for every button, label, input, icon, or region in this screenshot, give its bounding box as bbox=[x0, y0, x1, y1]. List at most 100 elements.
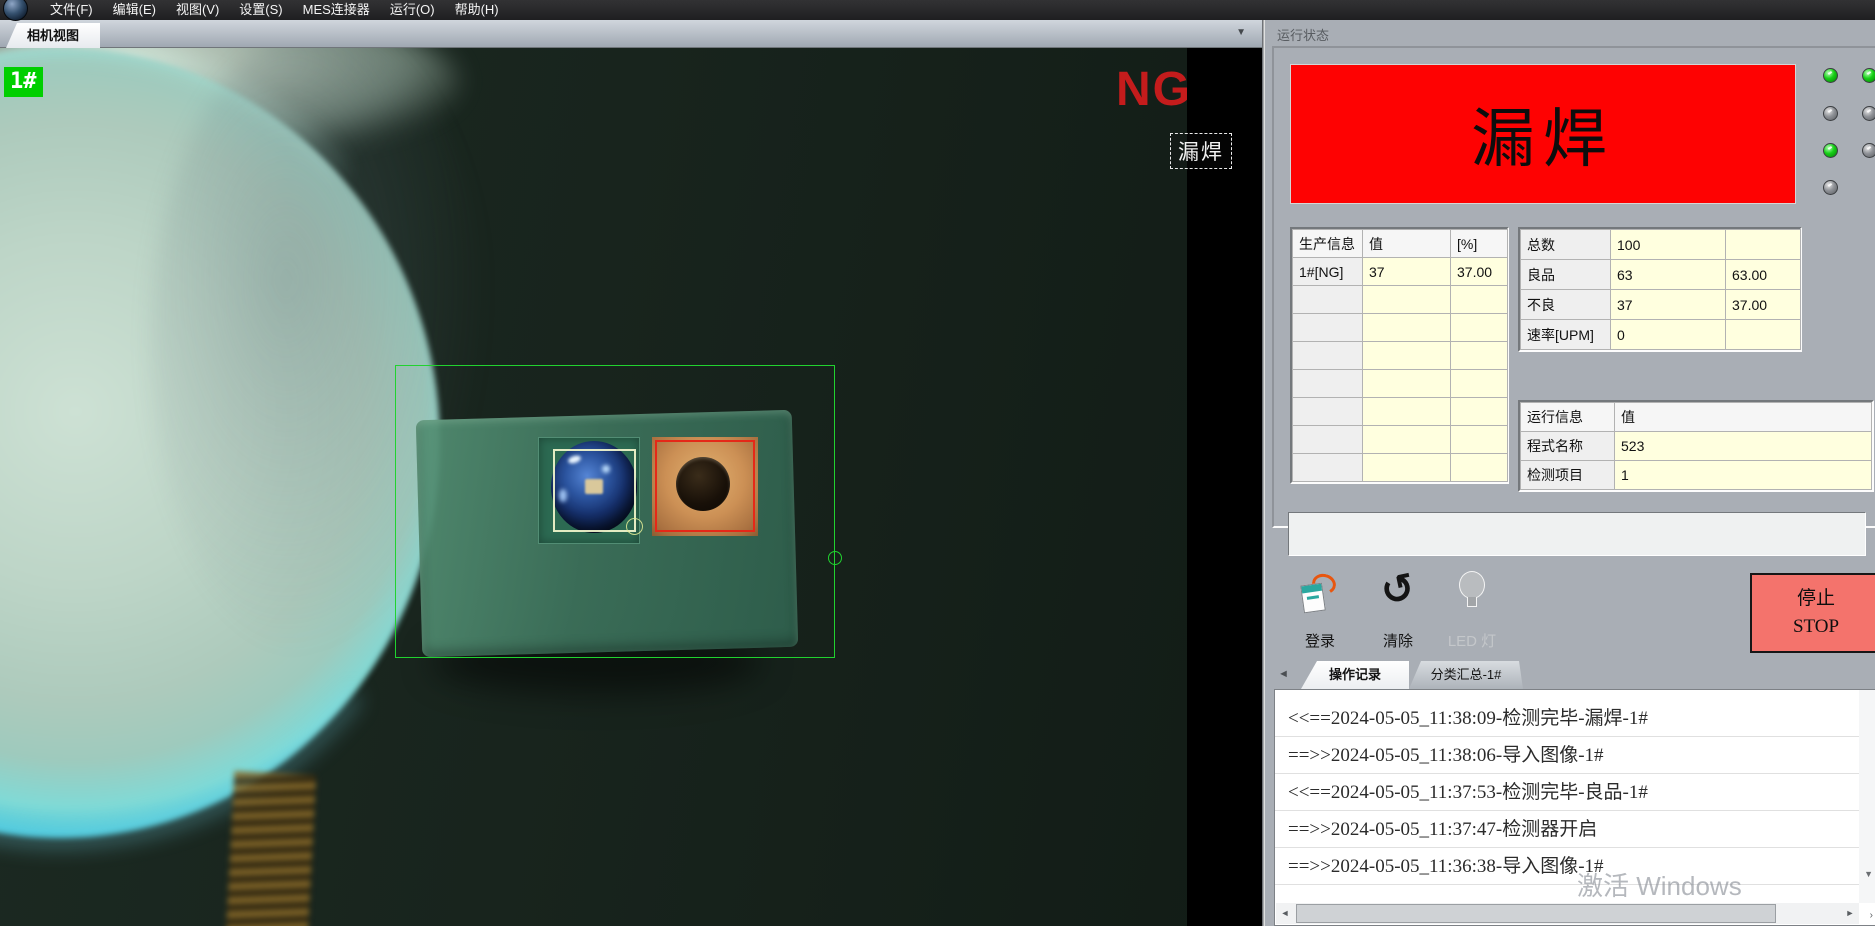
table-row bbox=[1293, 426, 1508, 454]
app-logo-icon bbox=[3, 0, 28, 21]
operation-log-box: <<==2024-05-05_11:38:09-检测完毕-漏焊-1# ==>>2… bbox=[1274, 689, 1875, 926]
table-row: 总数 100 bbox=[1521, 230, 1801, 260]
table-cell bbox=[1293, 398, 1363, 426]
table-cell bbox=[1451, 454, 1508, 482]
table-cell bbox=[1363, 370, 1451, 398]
menu-item-settings[interactable]: 设置(S) bbox=[229, 0, 292, 20]
clear-button-label: 清除 bbox=[1363, 630, 1433, 651]
menu-items: 文件(F) 编辑(E) 视图(V) 设置(S) MES连接器 运行(O) 帮助(… bbox=[40, 0, 509, 20]
defect-tag-label: 漏焊 bbox=[1170, 133, 1232, 169]
table-cell: 不良 bbox=[1521, 290, 1611, 320]
menu-bar: 文件(F) 编辑(E) 视图(V) 设置(S) MES连接器 运行(O) 帮助(… bbox=[0, 0, 1875, 20]
table-row bbox=[1293, 342, 1508, 370]
clear-arrow-icon: ↺ bbox=[1359, 559, 1437, 621]
table-row: 检测项目 1 bbox=[1521, 461, 1872, 490]
run-status-panel: 运行状态 漏焊 生产信息 值 [%] 1#[NG] 37 37.00 bbox=[1265, 20, 1875, 926]
led-light-button[interactable]: LED 灯 bbox=[1437, 568, 1507, 660]
led-indicator-off bbox=[1823, 106, 1838, 121]
scrollbar-thumb[interactable] bbox=[1296, 904, 1776, 923]
table-cell: 总数 bbox=[1521, 230, 1611, 260]
table-cell: 37 bbox=[1611, 290, 1726, 320]
table-cell bbox=[1451, 314, 1508, 342]
table-row bbox=[1293, 398, 1508, 426]
table-cell: 速率[UPM] bbox=[1521, 320, 1611, 350]
table-cell bbox=[1451, 370, 1508, 398]
scroll-down-icon[interactable]: ▼ bbox=[1864, 869, 1873, 879]
table-cell: 100 bbox=[1611, 230, 1726, 260]
stop-button-en: STOP bbox=[1793, 613, 1839, 641]
table-cell bbox=[1451, 342, 1508, 370]
roi-handle[interactable] bbox=[828, 551, 842, 565]
activate-windows-watermark: 激活 Windows bbox=[1577, 866, 1742, 903]
production-info-table: 生产信息 值 [%] 1#[NG] 37 37.00 bbox=[1290, 227, 1509, 484]
menu-item-help[interactable]: 帮助(H) bbox=[445, 0, 509, 20]
table-cell bbox=[1293, 342, 1363, 370]
table-cell bbox=[1726, 230, 1801, 260]
table-cell bbox=[1293, 314, 1363, 342]
tab-camera-view[interactable]: 相机视图 bbox=[6, 23, 100, 48]
tab-class-summary[interactable]: 分类汇总-1# bbox=[1409, 661, 1523, 689]
login-button[interactable]: 登录 bbox=[1285, 568, 1355, 660]
table-cell: 良品 bbox=[1521, 260, 1611, 290]
log-entry: <<==2024-05-05_11:37:53-检测完毕-良品-1# bbox=[1275, 774, 1859, 811]
tab-operation-log[interactable]: 操作记录 bbox=[1301, 661, 1409, 689]
menu-item-edit[interactable]: 编辑(E) bbox=[103, 0, 166, 20]
table-cell: 63.00 bbox=[1726, 260, 1801, 290]
table-row bbox=[1293, 454, 1508, 482]
defect-banner-text: 漏焊 bbox=[1471, 88, 1615, 180]
table-cell bbox=[1451, 398, 1508, 426]
menu-item-mes-connector[interactable]: MES连接器 bbox=[293, 0, 380, 20]
table-cell bbox=[1363, 398, 1451, 426]
scroll-left-icon[interactable]: ◄ bbox=[1276, 903, 1294, 924]
table-cell bbox=[1363, 286, 1451, 314]
table-cell bbox=[1451, 426, 1508, 454]
camera-viewport: 1# NG 漏焊 bbox=[0, 48, 1262, 926]
table-cell bbox=[1293, 426, 1363, 454]
table-cell bbox=[1363, 342, 1451, 370]
table-cell: 程式名称 bbox=[1521, 432, 1615, 461]
led-indicator-off bbox=[1823, 180, 1838, 195]
table-row bbox=[1293, 286, 1508, 314]
table-row: 不良 37 37.00 bbox=[1521, 290, 1801, 320]
table-header-cell: [%] bbox=[1451, 230, 1508, 258]
light-bulb-icon bbox=[1460, 572, 1484, 612]
table-cell: 523 bbox=[1615, 432, 1872, 461]
table-header-cell: 运行信息 bbox=[1521, 403, 1615, 432]
menu-item-run[interactable]: 运行(O) bbox=[380, 0, 445, 20]
table-cell: 检测项目 bbox=[1521, 461, 1615, 490]
table-cell: 63 bbox=[1611, 260, 1726, 290]
table-cell bbox=[1451, 286, 1508, 314]
log-entry: ==>>2024-05-05_11:36:38-导入图像-1# bbox=[1275, 848, 1859, 885]
table-header-row: 运行信息 值 bbox=[1521, 403, 1872, 432]
table-row: 速率[UPM] 0 bbox=[1521, 320, 1801, 350]
clear-button[interactable]: ↺ 清除 bbox=[1363, 568, 1433, 660]
table-header-cell: 值 bbox=[1615, 403, 1872, 432]
table-header-cell: 值 bbox=[1363, 230, 1451, 258]
message-box bbox=[1288, 512, 1866, 556]
table-cell: 1 bbox=[1615, 461, 1872, 490]
log-entry: ==>>2024-05-05_11:38:06-导入图像-1# bbox=[1275, 737, 1859, 774]
menu-item-file[interactable]: 文件(F) bbox=[40, 0, 103, 20]
table-row: 1#[NG] 37 37.00 bbox=[1293, 258, 1508, 286]
vertical-scrollbar[interactable]: ▼ bbox=[1859, 690, 1875, 903]
id-badge-icon bbox=[1302, 574, 1338, 622]
horizontal-scrollbar[interactable]: ◄ ► bbox=[1276, 903, 1859, 924]
menu-item-view[interactable]: 视图(V) bbox=[166, 0, 229, 20]
table-cell bbox=[1363, 454, 1451, 482]
table-cell bbox=[1293, 454, 1363, 482]
gold-connector bbox=[226, 771, 317, 926]
station-badge: 1# bbox=[4, 67, 43, 97]
camera-tab-bar: 相机视图 ▼ bbox=[0, 20, 1262, 48]
log-rows: <<==2024-05-05_11:38:09-检测完毕-漏焊-1# ==>>2… bbox=[1275, 700, 1859, 885]
scroll-right-icon[interactable]: ► bbox=[1841, 903, 1859, 924]
roi-rectangle[interactable] bbox=[395, 365, 835, 658]
chevron-down-icon[interactable]: ▼ bbox=[1236, 27, 1246, 38]
tab-scroll-left-icon[interactable]: ◄ bbox=[1278, 668, 1289, 680]
stop-button[interactable]: 停止 STOP bbox=[1750, 573, 1875, 653]
table-row: 程式名称 523 bbox=[1521, 432, 1872, 461]
table-cell bbox=[1293, 370, 1363, 398]
table-cell: 37.00 bbox=[1451, 258, 1508, 286]
table-cell: 37 bbox=[1363, 258, 1451, 286]
table-cell: 1#[NG] bbox=[1293, 258, 1363, 286]
login-button-label: 登录 bbox=[1285, 630, 1355, 651]
